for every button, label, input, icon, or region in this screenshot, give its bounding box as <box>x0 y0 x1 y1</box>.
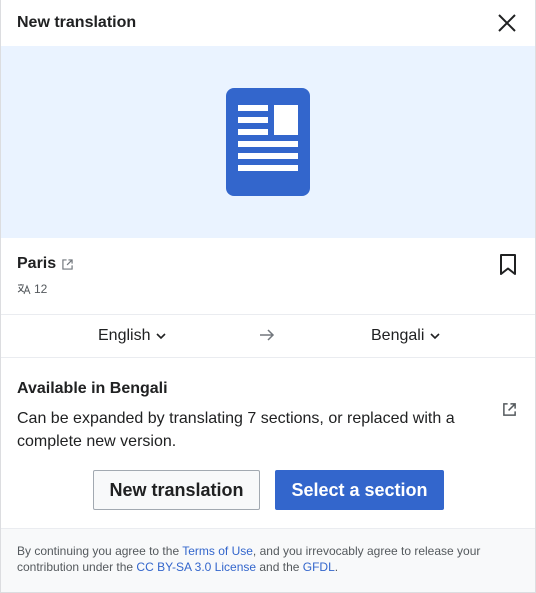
select-section-button[interactable]: Select a section <box>275 470 444 510</box>
external-link-icon[interactable] <box>502 402 517 422</box>
arrow-right-icon <box>259 328 275 347</box>
footer-text-end: . <box>334 560 339 574</box>
footer-text-and: and the <box>256 560 303 574</box>
article-illustration <box>1 46 535 238</box>
new-translation-button[interactable]: New translation <box>93 470 260 510</box>
footer-text-prefix: By continuing you agree to the <box>17 544 183 558</box>
availability-description: Can be expanded by translating 7 section… <box>17 410 455 450</box>
article-title[interactable]: Paris <box>17 255 73 273</box>
source-language-dropdown[interactable]: English <box>98 315 167 357</box>
language-count-value: 12 <box>34 282 48 296</box>
dialog-header: New translation <box>1 0 535 46</box>
chevron-down-icon[interactable] <box>430 332 440 340</box>
terms-of-use-link[interactable]: Terms of Use <box>182 544 253 558</box>
article-document-icon <box>226 88 310 196</box>
source-language-label[interactable]: English <box>98 327 150 345</box>
dialog-title: New translation <box>17 14 137 31</box>
availability-section: Available in Bengali Can be expanded by … <box>1 380 535 453</box>
license-footer: By continuing you agree to the Terms of … <box>1 528 535 592</box>
chevron-down-icon[interactable] <box>156 332 167 340</box>
article-title-text[interactable]: Paris <box>17 255 56 273</box>
external-link-icon[interactable] <box>62 258 73 270</box>
target-language-label[interactable]: Bengali <box>371 327 424 345</box>
target-language-dropdown[interactable]: Bengali <box>371 315 440 357</box>
language-selector: English Bengali <box>1 314 535 358</box>
close-icon[interactable] <box>495 11 519 35</box>
article-info: Paris 12 <box>1 238 535 314</box>
availability-title: Available in Bengali <box>17 380 168 397</box>
license-link[interactable]: CC BY-SA 3.0 License <box>136 560 256 574</box>
bookmark-icon[interactable] <box>499 254 519 276</box>
language-count: 12 <box>17 282 47 296</box>
gfdl-link[interactable]: GFDL <box>303 560 335 574</box>
new-translation-dialog: New translation Paris 12 English Bengali… <box>0 0 536 593</box>
language-icon <box>17 284 31 295</box>
